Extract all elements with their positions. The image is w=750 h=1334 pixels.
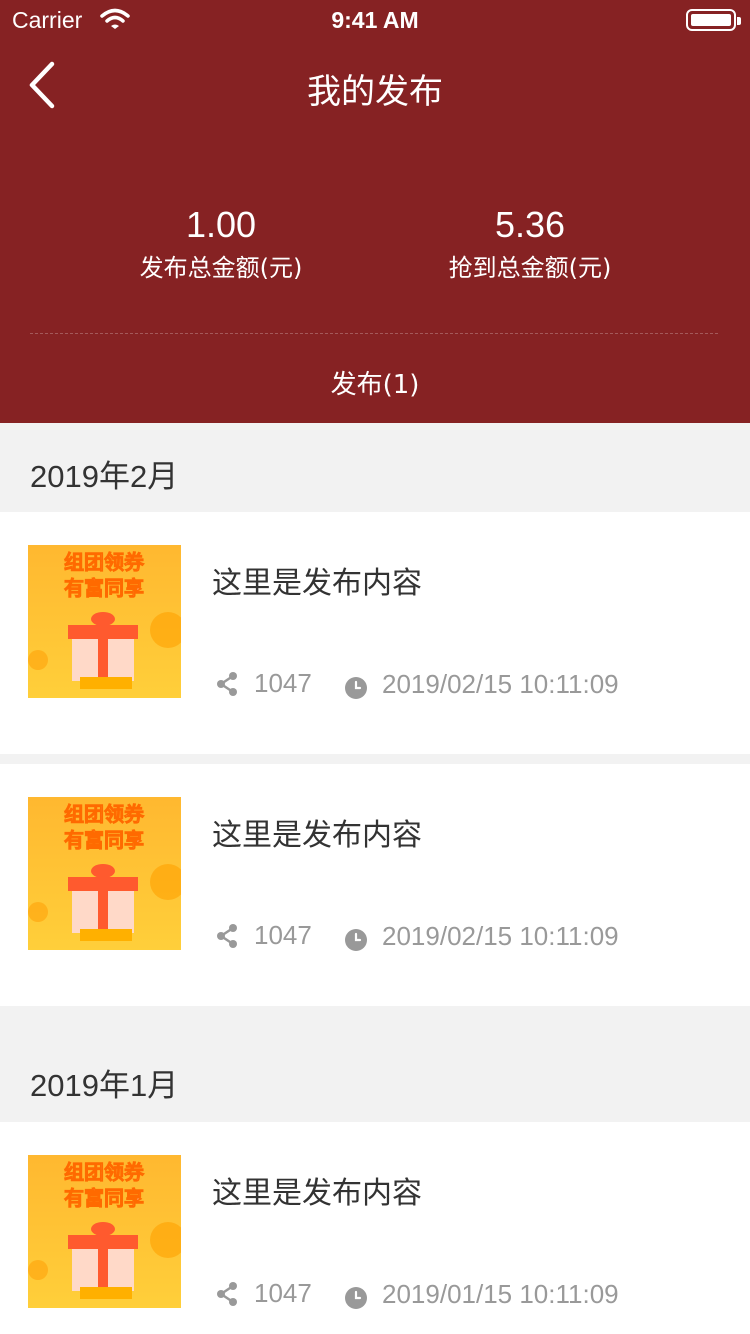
share-icon: [217, 1282, 237, 1306]
item-content: 这里是发布内容: [212, 818, 422, 853]
month-label: 2019年1月: [30, 1068, 179, 1103]
status-bar: Carrier 9:41 AM: [0, 0, 750, 40]
svg-text:有富同享: 有富同享: [64, 828, 144, 852]
svg-text:组团领券: 组团领券: [64, 1160, 145, 1184]
month-header: 2019年2月: [0, 423, 750, 513]
share-count: 1047: [254, 1278, 312, 1308]
clock-icon: [345, 1287, 367, 1309]
header-divider: [30, 333, 718, 334]
list-item[interactable]: 组团领券 有富同享 这里是发布内容 1047 2019/02/15 10:11:…: [0, 764, 750, 1006]
battery-icon: [686, 9, 741, 31]
item-content: 这里是发布内容: [212, 566, 422, 601]
published-total-stat: 1.00 发布总金额(元): [71, 203, 371, 285]
grabbed-total-stat: 5.36 抢到总金额(元): [380, 203, 680, 285]
page-title: 我的发布: [307, 72, 443, 112]
list-item[interactable]: 组团领券 有富同享 这里是发布内容 1047 2019/02/15 10:11:…: [0, 512, 750, 754]
status-time: 9:41 AM: [331, 7, 419, 33]
svg-text:组团领券: 组团领券: [64, 550, 145, 574]
published-total-value: 1.00: [185, 204, 257, 245]
month-header: 2019年1月: [0, 1032, 750, 1122]
svg-text:有富同享: 有富同享: [64, 1186, 144, 1210]
list-item[interactable]: 组团领券 有富同享 这里是发布内容 1047 2019/01/15 10:11:…: [0, 1122, 750, 1334]
publish-date: 2019/01/15 10:11:09: [382, 1279, 619, 1309]
publish-date: 2019/02/15 10:11:09: [382, 921, 619, 951]
promo-thumbnail: 组团领券 有富同享: [28, 545, 181, 698]
clock-icon: [345, 677, 367, 699]
share-count: 1047: [254, 920, 312, 950]
share-icon: [217, 672, 237, 696]
svg-text:有富同享: 有富同享: [64, 576, 144, 600]
item-content: 这里是发布内容: [212, 1176, 422, 1211]
svg-text:组团领券: 组团领券: [64, 802, 145, 826]
clock-icon: [345, 929, 367, 951]
share-count: 1047: [254, 668, 312, 698]
header: Carrier 9:41 AM 我的发布 1.00 发布总金额(元) 5.36 …: [0, 0, 750, 423]
grabbed-total-value: 5.36: [494, 204, 566, 245]
published-total-label: 发布总金额(元): [139, 254, 303, 282]
tab-publish[interactable]: 发布(1): [0, 364, 750, 401]
share-icon: [217, 924, 237, 948]
promo-thumbnail: 组团领券 有富同享: [28, 1155, 181, 1308]
month-label: 2019年2月: [30, 459, 179, 494]
grabbed-total-label: 抢到总金额(元): [448, 254, 612, 282]
publish-date: 2019/02/15 10:11:09: [382, 669, 619, 699]
promo-thumbnail: 组团领券 有富同享: [28, 797, 181, 950]
